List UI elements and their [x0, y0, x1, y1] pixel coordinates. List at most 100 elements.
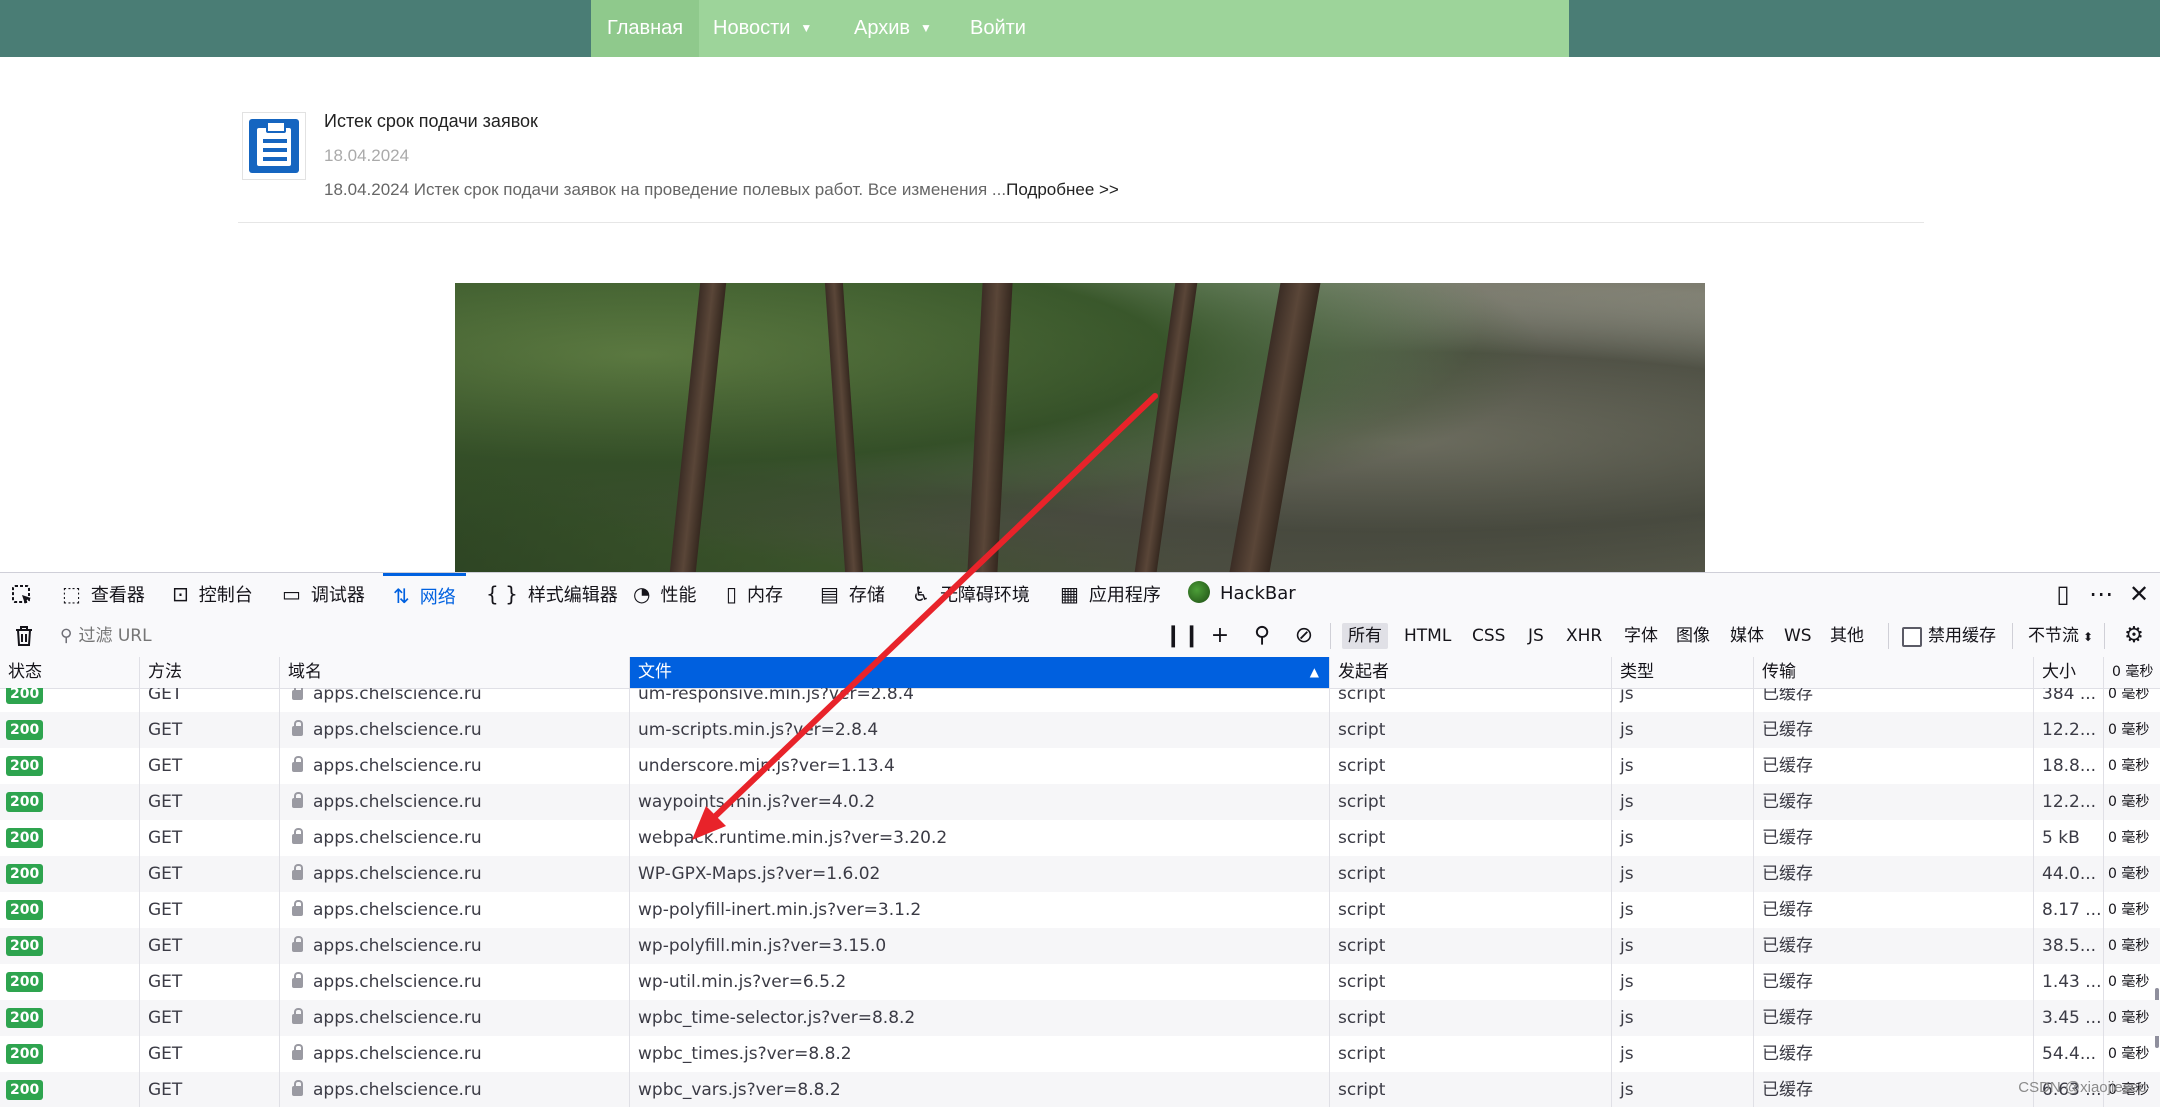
status-badge: 200 — [6, 936, 44, 956]
request-row[interactable]: 200 GET apps.chelscience.ru wpbc_time-selec… — [0, 1000, 2160, 1036]
cell-transfer: 已缓存 — [1754, 1072, 2034, 1107]
domain-text: apps.chelscience.ru — [313, 900, 482, 920]
tab-style-editor[interactable]: { } 样式编辑器 — [486, 573, 618, 615]
tab-network[interactable]: ⇅ 网络 — [383, 573, 466, 615]
filter-xhr[interactable]: XHR — [1560, 623, 1608, 649]
add-icon[interactable]: + — [1206, 622, 1234, 650]
toolbar-divider — [1888, 623, 1889, 649]
request-row[interactable]: 200 GET apps.chelscience.ru um-responsive.m… — [0, 688, 2160, 712]
column-header-method[interactable]: 方法 — [140, 657, 280, 688]
storage-icon: ▤ — [820, 582, 839, 606]
filter-other[interactable]: 其他 — [1824, 623, 1870, 649]
search-icon[interactable]: ⚲ — [1248, 622, 1276, 650]
domain-text: apps.chelscience.ru — [313, 720, 482, 740]
tab-console[interactable]: ⊡ 控制台 — [172, 573, 253, 615]
request-row[interactable]: 200 GET apps.chelscience.ru wpbc_vars.js?ve… — [0, 1072, 2160, 1107]
cell-size: 38.5... — [2034, 928, 2104, 964]
filter-images[interactable]: 图像 — [1670, 623, 1716, 649]
block-icon[interactable]: ⊘ — [1290, 622, 1318, 650]
responsive-mode-icon[interactable]: ▯ — [2048, 579, 2078, 609]
devtools-panel: ⬚ 查看器 ⊡ 控制台 ▭ 调试器 ⇅ 网络 { } 样式编辑器 ◔ 性能 ▯ 内存 ▤ 存储 … — [0, 572, 2160, 1107]
nav-item-home[interactable]: Главная — [591, 0, 699, 57]
nav-item-login[interactable]: Войти — [970, 0, 1026, 57]
tab-accessibility[interactable]: ♿ 无障碍环境 — [912, 573, 1030, 615]
column-header-timing[interactable]: 0 毫秒 — [2104, 657, 2160, 688]
cell-timing: 0 毫秒 — [2108, 866, 2150, 882]
read-more-link[interactable]: Подробнее >> — [1006, 180, 1119, 199]
tab-storage[interactable]: ▤ 存储 — [820, 573, 885, 615]
cell-size: 384 ... — [2034, 688, 2104, 712]
filter-html[interactable]: HTML — [1398, 623, 1457, 649]
column-header-domain[interactable]: 域名 — [280, 657, 630, 688]
filter-all[interactable]: 所有 — [1342, 623, 1388, 649]
network-toolbar: ⚲ ❙❙ + ⚲ ⊘ 所有 HTML CSS JS XHR 字体 图像 媒体 W… — [0, 615, 2160, 658]
filter-fonts[interactable]: 字体 — [1618, 623, 1664, 649]
filter-icon: ⚲ — [60, 626, 73, 646]
element-picker-icon[interactable] — [10, 583, 34, 607]
tab-hackbar[interactable]: HackBar — [1188, 573, 1296, 615]
tab-performance[interactable]: ◔ 性能 — [633, 573, 696, 615]
request-row[interactable]: 200 GET apps.chelscience.ru wp-polyfill.min… — [0, 928, 2160, 964]
cell-initiator: script — [1330, 712, 1612, 748]
cell-transfer: 已缓存 — [1754, 820, 2034, 856]
domain-text: apps.chelscience.ru — [313, 1044, 482, 1064]
cell-size: 5 kB — [2034, 820, 2104, 856]
style-editor-icon: { } — [486, 582, 518, 606]
cell-initiator: script — [1330, 820, 1612, 856]
request-row[interactable]: 200 GET apps.chelscience.ru um-scripts.min.… — [0, 712, 2160, 748]
nav-label: Архив — [854, 17, 911, 39]
filter-css[interactable]: CSS — [1466, 623, 1511, 649]
filter-media[interactable]: 媒体 — [1724, 623, 1770, 649]
cell-domain: apps.chelscience.ru — [280, 820, 630, 856]
cell-file: wpbc_times.js?ver=8.8.2 — [630, 1036, 1330, 1072]
request-row[interactable]: 200 GET apps.chelscience.ru underscore.min.… — [0, 748, 2160, 784]
cell-timing: 0 毫秒 — [2108, 902, 2150, 918]
cell-timing: 0 毫秒 — [2108, 830, 2150, 846]
pause-icon[interactable]: ❙❙ — [1164, 622, 1201, 650]
cell-type: js — [1612, 820, 1754, 856]
settings-gear-icon[interactable]: ⚙ — [2120, 622, 2148, 650]
cell-type: js — [1612, 1036, 1754, 1072]
nav-item-news[interactable]: Новости ▼ — [713, 0, 812, 57]
request-row[interactable]: 200 GET apps.chelscience.ru WP-GPX-Maps.js?… — [0, 856, 2160, 892]
tab-memory[interactable]: ▯ 内存 — [726, 573, 783, 615]
clipboard-icon — [242, 112, 306, 180]
cell-status: 200 — [0, 1036, 140, 1072]
news-title[interactable]: Истек срок подачи заявок — [324, 111, 538, 132]
cell-file: wpbc_time-selector.js?ver=8.8.2 — [630, 1000, 1330, 1036]
tab-inspector[interactable]: ⬚ 查看器 — [62, 573, 145, 615]
cell-initiator: script — [1330, 688, 1612, 712]
cell-transfer: 已缓存 — [1754, 784, 2034, 820]
request-row[interactable]: 200 GET apps.chelscience.ru wp-util.min.js?… — [0, 964, 2160, 1000]
cell-initiator: script — [1330, 964, 1612, 1000]
clear-log-trash-icon[interactable] — [12, 624, 36, 648]
column-header-label: 文件 — [638, 662, 672, 682]
disable-cache-checkbox[interactable] — [1902, 627, 1922, 647]
cell-file: um-scripts.min.js?ver=2.8.4 — [630, 712, 1330, 748]
request-row[interactable]: 200 GET apps.chelscience.ru webpack.runtime… — [0, 820, 2160, 856]
throttling-select[interactable]: 不节流 ⬍ — [2022, 623, 2099, 649]
column-header-file[interactable]: 文件 ▲ — [630, 657, 1330, 688]
request-row[interactable]: 200 GET apps.chelscience.ru wp-polyfill-ine… — [0, 892, 2160, 928]
filter-js[interactable]: JS — [1522, 623, 1550, 649]
column-header-transfer[interactable]: 传输 — [1754, 657, 2034, 688]
status-badge: 200 — [6, 688, 44, 704]
cell-type: js — [1612, 964, 1754, 1000]
tab-application[interactable]: ▦ 应用程序 — [1060, 573, 1161, 615]
column-header-type[interactable]: 类型 — [1612, 657, 1754, 688]
filter-url-input[interactable] — [76, 625, 981, 647]
nav-item-archive[interactable]: Архив ▼ — [854, 0, 932, 57]
column-header-initiator[interactable]: 发起者 — [1330, 657, 1612, 688]
cell-status: 200 — [0, 820, 140, 856]
more-options-icon[interactable]: ⋯ — [2086, 579, 2116, 609]
filter-ws[interactable]: WS — [1778, 623, 1818, 649]
cell-timing: 0 毫秒 — [2108, 1010, 2150, 1026]
column-header-status[interactable]: 状态 — [0, 657, 140, 688]
request-row[interactable]: 200 GET apps.chelscience.ru waypoints.min.j… — [0, 784, 2160, 820]
close-icon[interactable]: ✕ — [2124, 579, 2154, 609]
request-row[interactable]: 200 GET apps.chelscience.ru wpbc_times.js?v… — [0, 1036, 2160, 1072]
tab-debugger[interactable]: ▭ 调试器 — [282, 573, 365, 615]
column-header-size[interactable]: 大小 — [2034, 657, 2104, 688]
cell-domain: apps.chelscience.ru — [280, 784, 630, 820]
lock-icon — [292, 900, 303, 916]
